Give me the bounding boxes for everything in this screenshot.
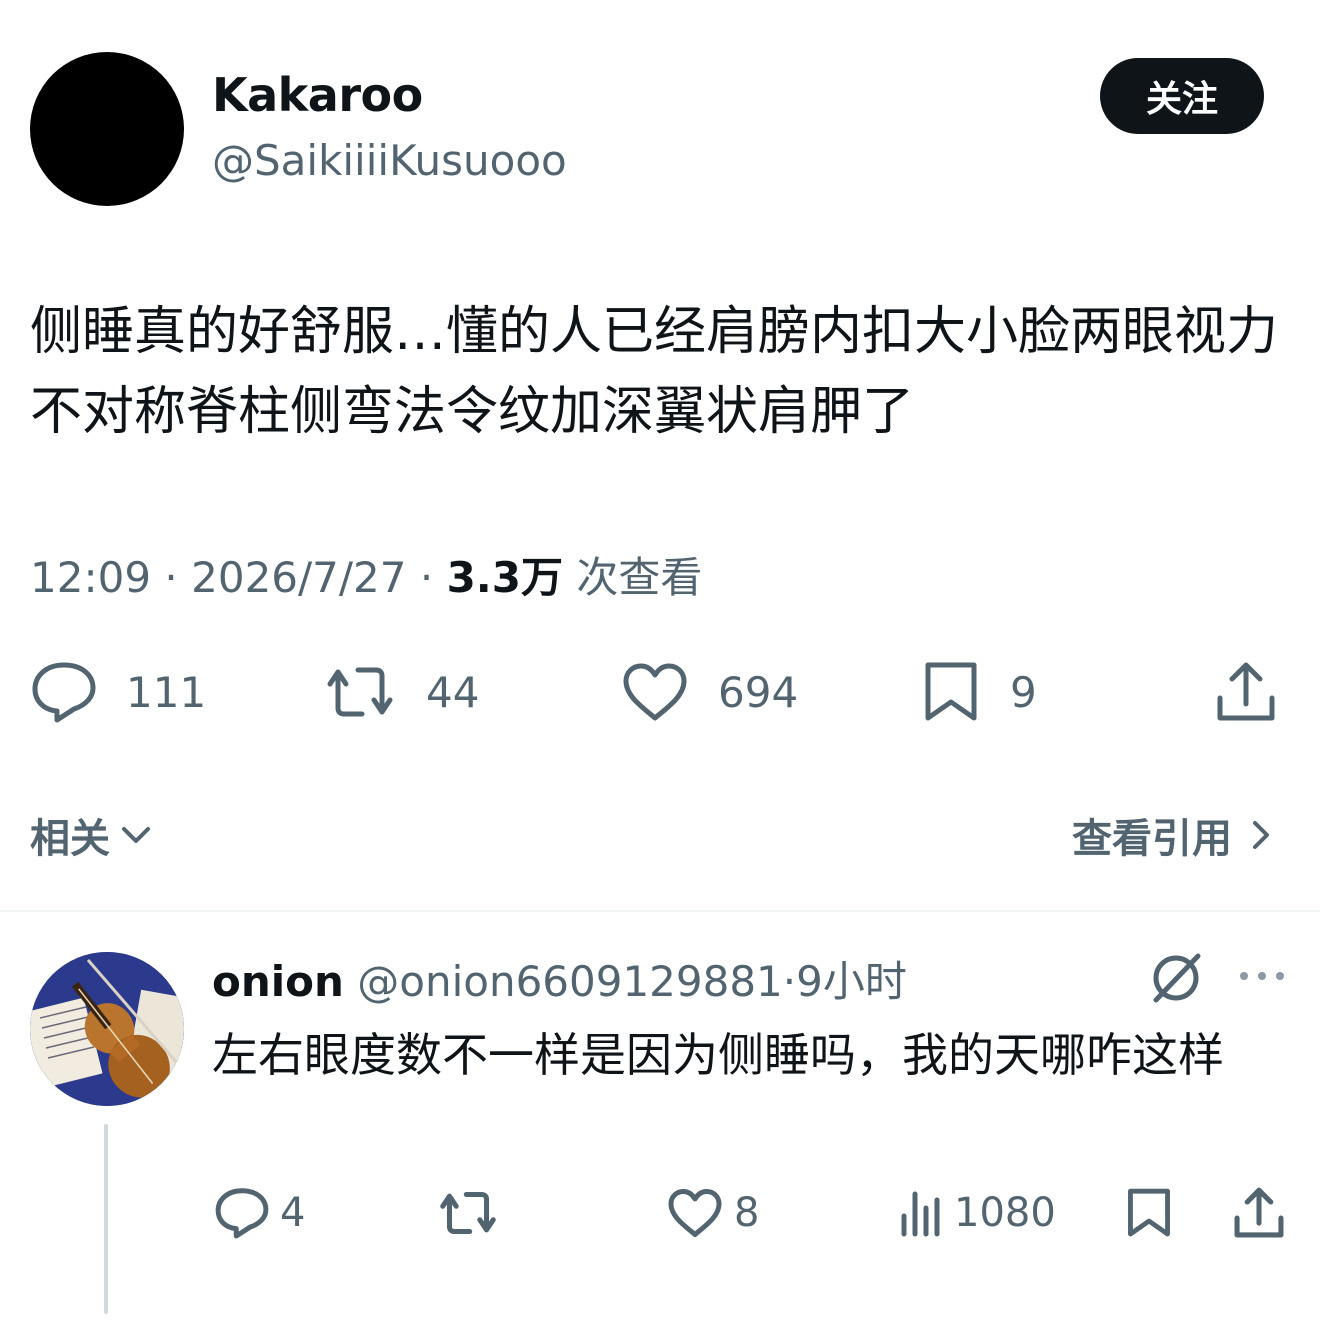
view-quotes-label: 查看引用 xyxy=(1072,816,1232,862)
like-icon xyxy=(668,1188,722,1238)
violin-image xyxy=(30,952,184,1106)
reply-reply-button[interactable]: 4 xyxy=(214,1186,305,1240)
post-meta: 12:09 · 2026/7/27 · 3.3万 次查看 xyxy=(30,544,702,605)
share-icon xyxy=(1234,1187,1284,1238)
follow-button[interactable]: 关注 xyxy=(1100,58,1264,134)
grok-icon xyxy=(1153,953,1201,1003)
reply-author-handle[interactable]: @onion6609129881 xyxy=(357,957,783,1006)
author-name[interactable]: Kakaroo xyxy=(212,68,423,122)
more-icon xyxy=(1240,972,1284,980)
bookmark-button[interactable]: 9 xyxy=(920,660,1037,724)
repost-button[interactable]: 44 xyxy=(322,660,479,724)
chevron-right-icon xyxy=(1253,821,1269,849)
reply-text: 左右眼度数不一样是因为侧睡吗，我的天哪咋这样 xyxy=(212,1028,1224,1082)
reply-icon xyxy=(215,1188,269,1239)
reply-repost-button[interactable] xyxy=(436,1186,500,1240)
bookmark-count: 9 xyxy=(1010,667,1037,717)
share-button[interactable] xyxy=(1214,660,1278,724)
thread-line xyxy=(104,1124,108,1314)
repost-icon xyxy=(440,1191,496,1235)
reply-like-count: 8 xyxy=(734,1190,760,1236)
repost-icon xyxy=(327,667,393,717)
reply-like-button[interactable]: 8 xyxy=(666,1186,759,1240)
reply-icon xyxy=(32,662,96,723)
meta-separator: · xyxy=(164,553,178,602)
author-avatar[interactable] xyxy=(30,52,184,206)
post-text: 侧睡真的好舒服…懂的人已经肩膀内扣大小脸两眼视力不对称脊柱侧弯法令纹加深翼状肩胛… xyxy=(30,302,1279,442)
reply-avatar[interactable] xyxy=(30,952,184,1106)
related-label: 相关 xyxy=(30,816,110,862)
bookmark-icon xyxy=(925,662,977,721)
repost-count: 44 xyxy=(426,667,480,717)
reply-time[interactable]: 9小时 xyxy=(796,957,907,1006)
post-time[interactable]: 12:09 xyxy=(30,553,151,602)
like-icon xyxy=(623,663,687,721)
grok-button[interactable] xyxy=(1148,950,1204,1010)
divider xyxy=(0,910,1320,912)
view-quotes-link[interactable]: 查看引用 xyxy=(1072,806,1276,864)
like-button[interactable]: 694 xyxy=(620,660,798,724)
author-handle[interactable]: @SaikiiiiKusuooo xyxy=(212,136,567,185)
reply-reply-count: 4 xyxy=(280,1190,306,1236)
view-count-label: 次查看 xyxy=(576,553,703,602)
reply-views-count: 1080 xyxy=(954,1190,1056,1236)
post-date[interactable]: 2026/7/27 xyxy=(191,553,406,602)
meta-separator: · xyxy=(419,553,434,602)
related-dropdown[interactable]: 相关 xyxy=(30,806,154,864)
share-icon xyxy=(1217,662,1275,721)
chevron-down-icon xyxy=(122,827,150,843)
like-count: 694 xyxy=(718,667,799,717)
reply-share-button[interactable] xyxy=(1232,1186,1286,1240)
meta-separator: · xyxy=(782,957,797,1006)
reply-author-name[interactable]: onion xyxy=(212,957,344,1006)
views-icon xyxy=(901,1191,940,1237)
bookmark-icon xyxy=(1128,1188,1170,1237)
reply-header: onion @onion6609129881·9小时 xyxy=(212,948,907,1009)
reply-views-button[interactable]: 1080 xyxy=(898,1186,1056,1240)
more-button[interactable] xyxy=(1236,958,1288,998)
view-count: 3.3万 xyxy=(446,553,563,602)
reply-count: 111 xyxy=(126,667,207,717)
reply-button[interactable]: 111 xyxy=(30,660,206,724)
reply-bookmark-button[interactable] xyxy=(1124,1186,1174,1240)
